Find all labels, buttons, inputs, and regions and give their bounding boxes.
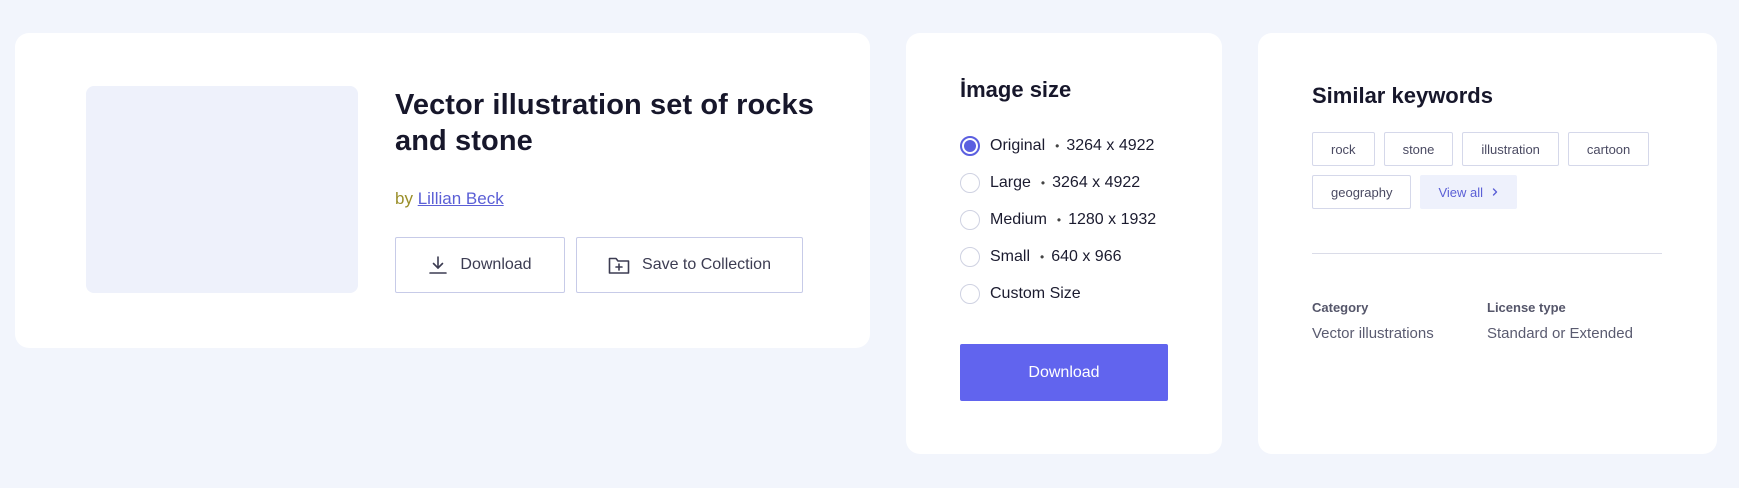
size-option-dimensions: 3264 x 4922	[1041, 174, 1140, 192]
download-primary-button[interactable]: Download	[960, 344, 1168, 401]
divider	[1312, 253, 1662, 254]
size-option-label: Small	[990, 247, 1031, 265]
radio-button[interactable]	[960, 283, 980, 304]
license-type-label: License type	[1487, 300, 1566, 315]
size-option-original[interactable]: Original 3264 x 4922	[960, 127, 1156, 164]
folder-plus-icon	[608, 255, 630, 275]
size-option-medium[interactable]: Medium 1280 x 1932	[960, 201, 1156, 238]
size-option-small[interactable]: Small 640 x 966	[960, 238, 1156, 275]
image-size-heading: İmage size	[960, 77, 1072, 102]
keyword-tag[interactable]: geography	[1312, 175, 1412, 209]
size-option-label: Large	[990, 173, 1031, 191]
size-option-dimensions: 1280 x 1932	[1057, 211, 1156, 229]
chevron-right-icon	[1491, 185, 1499, 200]
download-button-label: Download	[460, 256, 532, 273]
category-value: Vector illustrations	[1312, 325, 1434, 342]
size-option-list: Original 3264 x 4922 Large 3264 x 4922 M…	[960, 127, 1156, 312]
save-button-label: Save to Collection	[642, 256, 771, 273]
radio-button[interactable]	[960, 172, 980, 193]
license-type-value: Standard or Extended	[1487, 325, 1633, 342]
view-all-label: View all	[1438, 184, 1484, 200]
image-size-card: İmage size Original 3264 x 4922 Large 32…	[906, 33, 1222, 454]
keyword-tag[interactable]: cartoon	[1567, 132, 1650, 166]
radio-button[interactable]	[960, 246, 980, 267]
size-option-label: Custom Size	[990, 284, 1081, 302]
size-option-label: Medium	[990, 210, 1047, 228]
view-all-keywords-button[interactable]: View all	[1420, 175, 1518, 209]
license-info: License type Standard or Extended	[1487, 300, 1633, 342]
size-option-dimensions: 3264 x 4922	[1055, 137, 1154, 155]
download-icon	[428, 255, 448, 275]
category-label: Category	[1312, 300, 1369, 315]
radio-button[interactable]	[960, 209, 980, 230]
size-option-dimensions: 640 x 966	[1040, 248, 1121, 266]
category-info: Category Vector illustrations	[1312, 300, 1434, 342]
keyword-tag[interactable]: rock	[1312, 132, 1375, 166]
similar-keywords-heading: Similar keywords	[1312, 83, 1493, 108]
size-option-custom[interactable]: Custom Size	[960, 275, 1156, 312]
size-option-large[interactable]: Large 3264 x 4922	[960, 164, 1156, 201]
radio-button-checked[interactable]	[960, 135, 980, 156]
author-byline: by Lillian Beck	[395, 189, 504, 209]
save-to-collection-button[interactable]: Save to Collection	[576, 237, 803, 293]
size-option-label: Original	[990, 136, 1046, 154]
keyword-tag-list: rock stone illustration cartoon geograph…	[1312, 132, 1672, 209]
asset-thumbnail[interactable]	[86, 86, 358, 293]
by-prefix: by	[395, 189, 413, 208]
keyword-tag[interactable]: stone	[1383, 132, 1454, 166]
similar-keywords-card: Similar keywords rock stone illustration…	[1258, 33, 1717, 454]
download-button[interactable]: Download	[395, 237, 565, 293]
keyword-tag[interactable]: illustration	[1462, 132, 1559, 166]
author-link[interactable]: Lillian Beck	[418, 189, 504, 208]
asset-detail-card: Vector illustration set of rocks and sto…	[15, 33, 870, 348]
asset-title: Vector illustration set of rocks and sto…	[395, 89, 814, 157]
